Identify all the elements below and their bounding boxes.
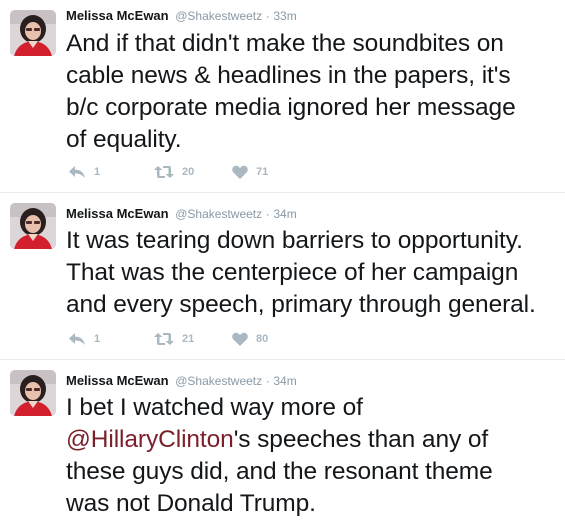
like-count: 71 (256, 166, 269, 178)
tweet-text-line: and every speech, primary through genera… (66, 291, 536, 318)
tweet: Melissa McEwan @Shakestweetz · 34m It wa… (0, 192, 565, 360)
user-handle[interactable]: @Shakestweetz (175, 9, 262, 23)
retweet-button[interactable]: 20 (154, 162, 194, 182)
like-button[interactable]: 71 (232, 162, 268, 182)
retweet-button[interactable]: 21 (154, 329, 194, 349)
avatar-image (10, 370, 56, 416)
separator: · (265, 9, 270, 23)
tweet-text-line: these guys did, and the resonant theme (66, 458, 493, 485)
reply-button[interactable]: 1 (68, 329, 100, 349)
reply-count: 1 (94, 166, 101, 178)
tweet-text-line: That was the centerpiece of her campaign (66, 259, 519, 286)
reply-icon (69, 333, 85, 345)
timestamp[interactable]: 34m (273, 207, 296, 221)
tweet: Melissa McEwan @Shakestweetz · 33m And i… (0, 0, 565, 193)
tweet-text: It was tearing down barriers to opportun… (66, 225, 561, 321)
avatar[interactable] (10, 203, 56, 249)
tweet: Melissa McEwan @Shakestweetz · 34m I bet… (0, 359, 565, 528)
avatar[interactable] (10, 370, 56, 416)
heart-icon (232, 332, 248, 346)
tweet-text-line: b/c corporate media ignored her message (66, 94, 516, 121)
tweet-header: Melissa McEwan @Shakestweetz · 33m (66, 8, 297, 24)
avatar[interactable] (10, 10, 56, 56)
user-handle[interactable]: @Shakestweetz (175, 207, 262, 221)
separator: · (265, 207, 270, 221)
tweet-text-line: I bet I watched way more of (66, 394, 363, 421)
heart-icon (232, 165, 248, 179)
reply-icon (69, 166, 85, 178)
display-name[interactable]: Melissa McEwan (66, 206, 169, 221)
retweet-count: 20 (182, 166, 195, 178)
user-handle[interactable]: @Shakestweetz (175, 374, 262, 388)
tweet-text-line: cable news & headlines in the papers, it… (66, 62, 511, 89)
like-button[interactable]: 80 (232, 329, 268, 349)
timestamp[interactable]: 34m (273, 374, 296, 388)
mention-link[interactable]: @HillaryClinton (66, 426, 234, 453)
tweet-text-line: @HillaryClinton's speeches than any of (66, 424, 561, 456)
retweet-count: 21 (182, 333, 195, 345)
tweet-text-line: was not Donald Trump. (66, 490, 316, 517)
display-name[interactable]: Melissa McEwan (66, 373, 169, 388)
tweet-text: And if that didn't make the soundbites o… (66, 28, 561, 156)
reply-button[interactable]: 1 (68, 162, 100, 182)
display-name[interactable]: Melissa McEwan (66, 8, 169, 23)
tweet-text-fragment: 's speeches than any of (233, 426, 489, 453)
separator: · (265, 374, 270, 388)
retweet-icon (154, 333, 174, 345)
tweet-text-line: of equality. (66, 126, 182, 153)
tweet-header: Melissa McEwan @Shakestweetz · 34m (66, 373, 297, 389)
like-count: 80 (256, 333, 269, 345)
tweet-header: Melissa McEwan @Shakestweetz · 34m (66, 206, 297, 222)
timestamp[interactable]: 33m (273, 9, 296, 23)
reply-count: 1 (94, 333, 101, 345)
avatar-image (10, 203, 56, 249)
tweet-text-line: It was tearing down barriers to opportun… (66, 227, 523, 254)
retweet-icon (154, 166, 174, 178)
tweet-text-line: And if that didn't make the soundbites o… (66, 30, 504, 57)
avatar-image (10, 10, 56, 56)
tweet-text: I bet I watched way more of @HillaryClin… (66, 392, 561, 520)
